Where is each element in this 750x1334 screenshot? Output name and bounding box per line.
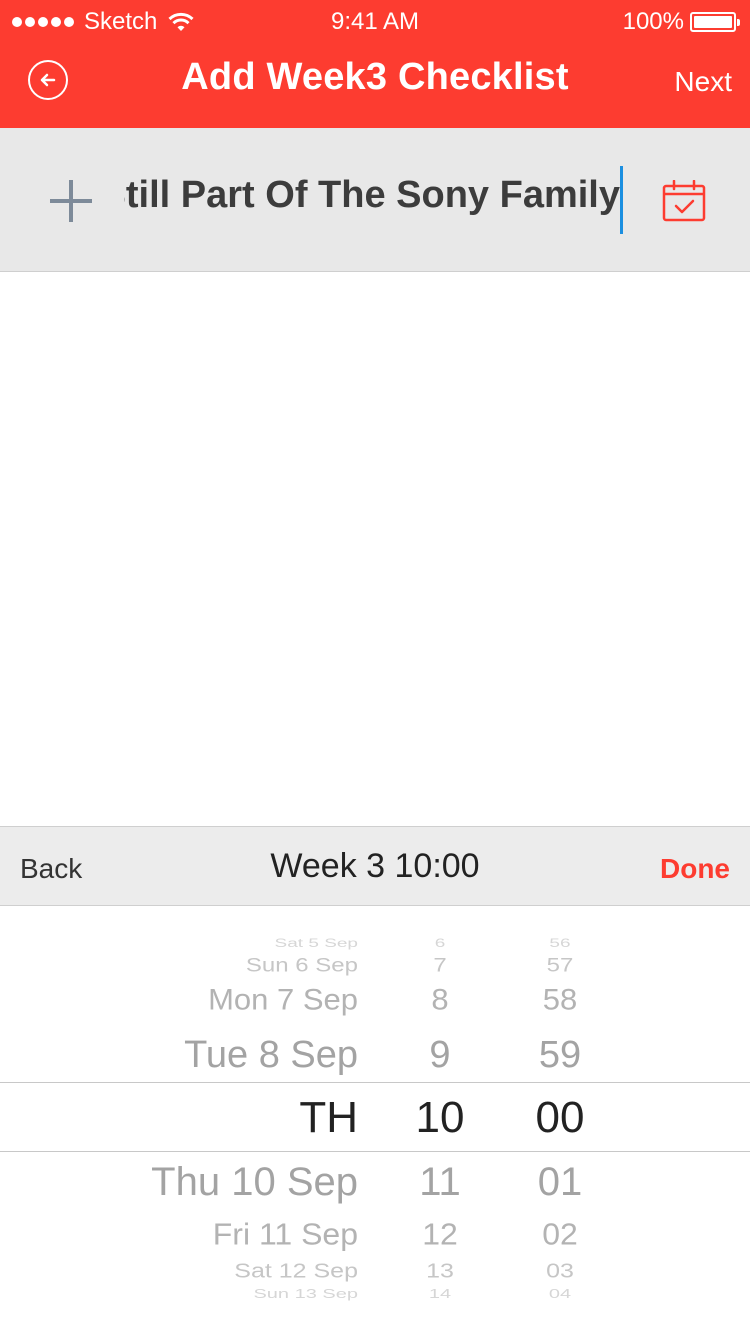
picker-minute-option[interactable]: 02 [500,1219,620,1249]
battery-percent: 100% [622,8,684,35]
picker-selected-value: Week 3 10:00 [270,847,480,885]
picker-date-option[interactable]: Sat 5 Sep [275,937,358,949]
next-button[interactable]: Next [674,66,732,98]
picker-date-option[interactable]: Sun 6 Sep [246,956,358,975]
plus-icon[interactable] [50,180,92,222]
date-time-picker: Sat 5 Sep Sun 6 Sep Mon 7 Sep Tue 8 Sep TH Th… [0,906,750,1334]
picker-date-option[interactable]: Sun 13 Sep [253,1288,358,1301]
status-right: 100% [622,8,740,36]
calendar-check-icon[interactable] [662,180,706,222]
picker-minute-option[interactable]: 01 [500,1162,620,1202]
checklist-area [0,273,750,826]
picker-hour-option[interactable]: 14 [380,1288,500,1301]
picker-date-option[interactable]: Thu 10 Sep [151,1162,358,1202]
text-caret [620,166,623,234]
picker-toolbar: Back Week 3 10:00 Done [0,826,750,906]
done-button[interactable]: Done [660,853,730,885]
task-input-row: Still Part Of The Sony Family [0,128,750,272]
picker-column-minute[interactable]: 56 57 58 59 00 01 02 03 04 [500,906,620,1334]
picker-hour-option[interactable]: 6 [380,937,500,949]
picker-date-option[interactable]: Sat 12 Sep [234,1261,358,1282]
picker-minute-option[interactable]: 57 [500,956,620,975]
status-bar: Sketch 9:41 AM 100% [0,0,750,44]
picker-column-hour[interactable]: 6 7 8 9 10 11 12 13 14 [380,906,500,1334]
task-input-field[interactable]: Still Part Of The Sony Family [124,164,626,236]
picker-hour-option[interactable]: 7 [380,956,500,975]
picker-column-date[interactable]: Sat 5 Sep Sun 6 Sep Mon 7 Sep Tue 8 Sep TH Th… [90,906,358,1334]
picker-hour-option[interactable]: 8 [380,985,500,1014]
picker-minute-option[interactable]: 56 [500,937,620,949]
app-header: Sketch 9:41 AM 100% Add Week3 Checklist … [0,0,750,128]
picker-hour-option-selected[interactable]: 10 [380,1096,500,1140]
picker-minute-option[interactable]: 59 [500,1036,620,1074]
picker-minute-option[interactable]: 03 [500,1261,620,1282]
picker-date-option-selected[interactable]: TH [299,1096,358,1140]
picker-minute-option-selected[interactable]: 00 [500,1096,620,1140]
picker-hour-option[interactable]: 9 [380,1036,500,1074]
picker-date-option[interactable]: Tue 8 Sep [184,1036,358,1074]
picker-hour-option[interactable]: 11 [380,1162,500,1202]
picker-minute-option[interactable]: 58 [500,985,620,1014]
nav-bar: Add Week3 Checklist Next [0,44,750,128]
task-input-text[interactable]: Still Part Of The Sony Family [124,174,620,217]
picker-date-option[interactable]: Fri 11 Sep [213,1219,358,1249]
battery-icon [690,12,740,32]
page-title: Add Week3 Checklist [181,56,569,98]
picker-hour-option[interactable]: 13 [380,1261,500,1282]
picker-minute-option[interactable]: 04 [500,1288,620,1301]
picker-date-option[interactable]: Mon 7 Sep [208,985,358,1014]
picker-hour-option[interactable]: 12 [380,1219,500,1249]
